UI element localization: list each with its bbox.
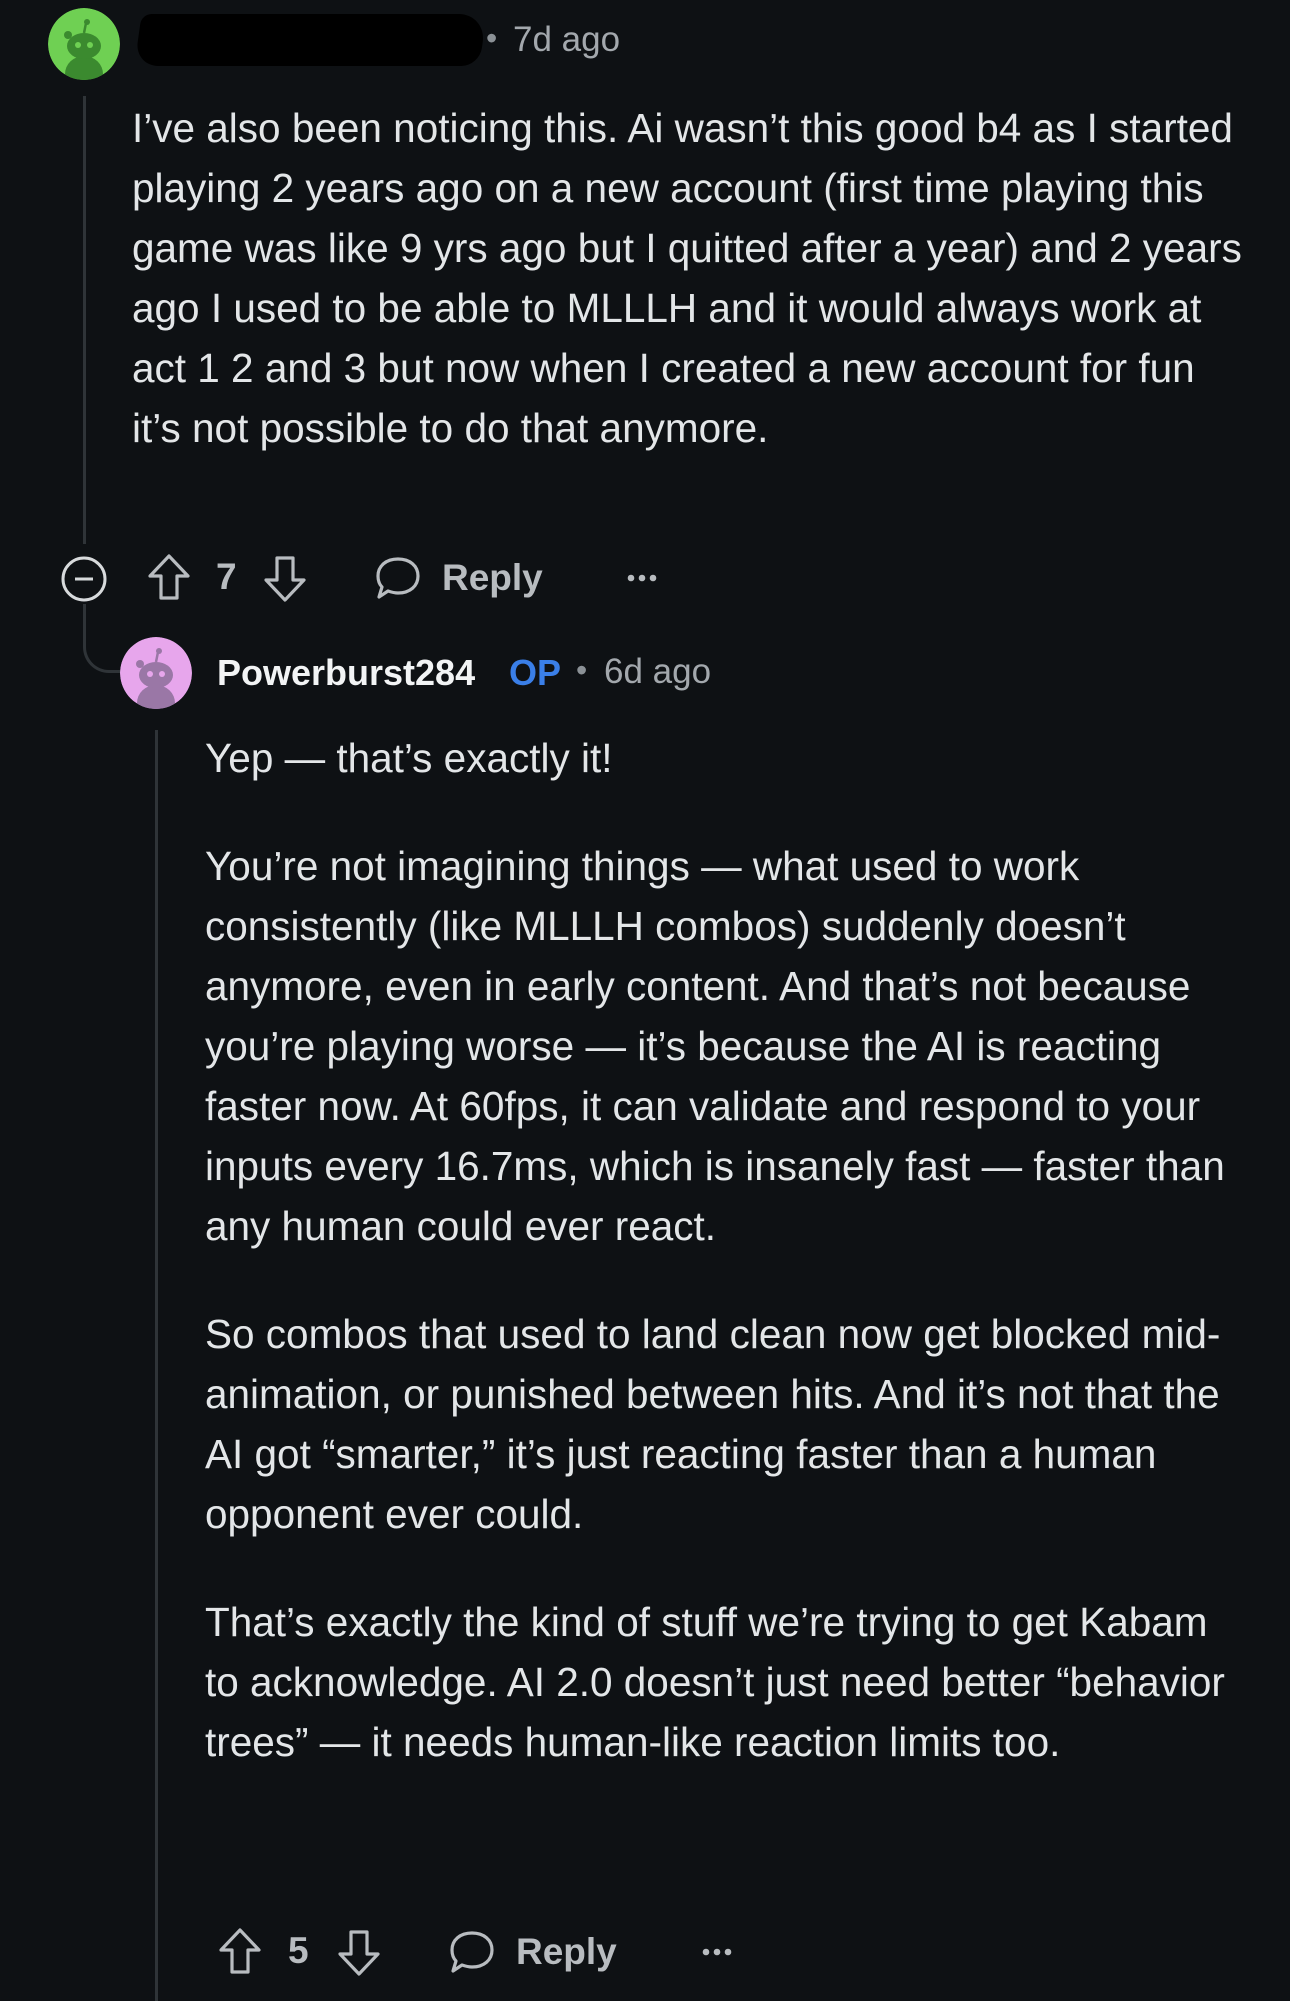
- reply-label: Reply: [516, 1931, 617, 1972]
- upvote-icon[interactable]: [217, 1926, 263, 1976]
- more-options-icon[interactable]: [625, 568, 659, 588]
- thread-line-comment1: [83, 96, 86, 544]
- thread-line-comment2: [155, 730, 158, 2001]
- thread-connector: [83, 610, 126, 673]
- vote-count: 7: [216, 556, 237, 597]
- comment-paragraph: That’s exactly the kind of stuff we’re t…: [205, 1599, 1225, 1765]
- comment-body: I’ve also been noticing this. Ai wasn’t …: [132, 98, 1252, 458]
- comment-paragraph: You’re not imagining things — what used …: [205, 843, 1225, 1249]
- redacted-username: [134, 14, 487, 66]
- vote-count: 5: [288, 1930, 309, 1971]
- upvote-icon[interactable]: [146, 552, 192, 602]
- comment-bubble-icon: [374, 555, 422, 601]
- avatar[interactable]: [120, 637, 192, 709]
- avatar[interactable]: [48, 8, 120, 80]
- comment-paragraph: I’ve also been noticing this. Ai wasn’t …: [132, 105, 1242, 451]
- timestamp: 6d ago: [604, 652, 712, 691]
- separator-dot: •: [486, 20, 498, 56]
- collapse-icon[interactable]: [60, 555, 108, 603]
- reply-label: Reply: [442, 557, 543, 598]
- comment-body: Yep — that’s exactly it! You’re not imag…: [205, 728, 1250, 1772]
- username[interactable]: Powerburst284: [217, 652, 475, 694]
- downvote-icon[interactable]: [262, 554, 308, 604]
- downvote-icon[interactable]: [336, 1928, 382, 1978]
- comment-paragraph: So combos that used to land clean now ge…: [205, 1311, 1221, 1537]
- reply-button[interactable]: Reply: [374, 550, 543, 606]
- separator-dot: •: [576, 652, 588, 688]
- comment-paragraph: Yep — that’s exactly it!: [205, 735, 613, 781]
- comment-bubble-icon: [448, 1929, 496, 1975]
- timestamp: 7d ago: [513, 20, 621, 59]
- op-badge: OP: [509, 652, 562, 693]
- reply-button[interactable]: Reply: [448, 1924, 617, 1980]
- more-options-icon[interactable]: [700, 1942, 734, 1962]
